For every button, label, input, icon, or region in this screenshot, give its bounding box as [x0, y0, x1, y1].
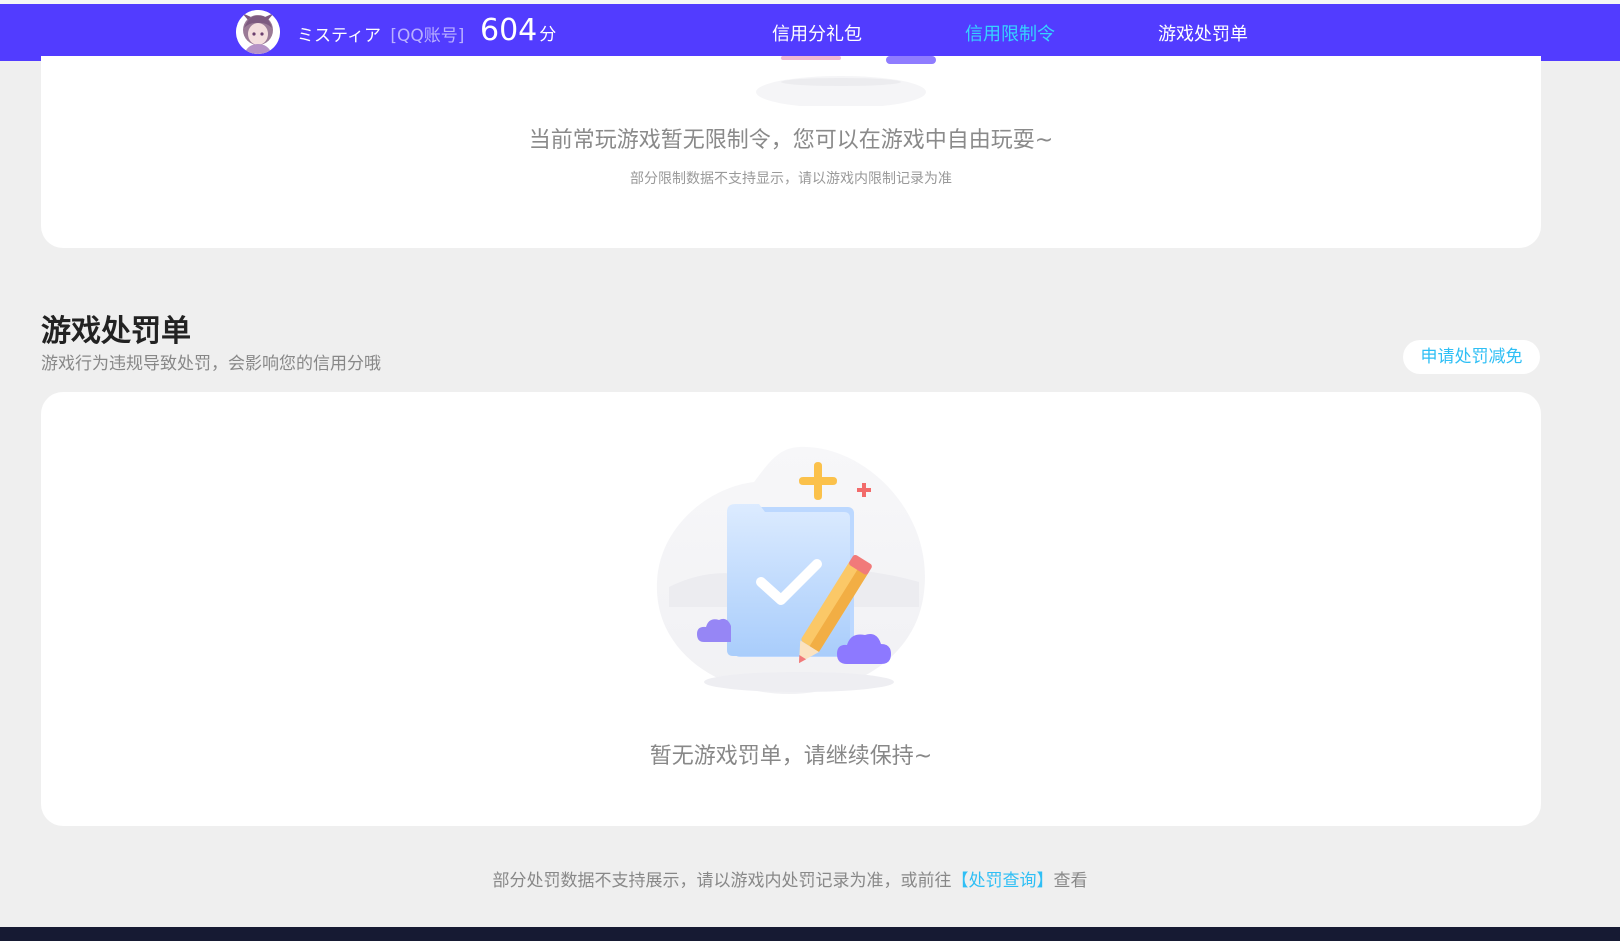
- restriction-card: 当前常玩游戏暂无限制令，您可以在游戏中自由玩耍~ 部分限制数据不支持显示，请以游…: [41, 56, 1541, 248]
- penalty-section-subtitle: 游戏行为违规导致处罚，会影响您的信用分哦: [41, 354, 381, 374]
- restriction-empty-illustration: [756, 56, 936, 106]
- credit-score-value: 604: [480, 13, 538, 48]
- user-avatar[interactable]: [236, 10, 280, 54]
- nav-tab-game-penalty[interactable]: 游戏处罚单: [1158, 20, 1248, 46]
- top-navigation-bar: ミスティア [QQ账号] 604 分 信用分礼包 信用限制令 游戏处罚单: [0, 4, 1620, 64]
- user-name: ミスティア: [297, 26, 381, 46]
- restriction-empty-note: 部分限制数据不支持显示，请以游戏内限制记录为准: [630, 171, 952, 187]
- penalty-card: 暂无游戏罚单，请继续保持~: [41, 392, 1541, 826]
- penalty-query-link[interactable]: 【处罚查询】: [952, 871, 1054, 891]
- user-name-line: ミスティア [QQ账号]: [297, 21, 464, 46]
- apply-penalty-reduction-button[interactable]: 申请处罚减免: [1403, 340, 1540, 374]
- nav-tab-credit-restriction[interactable]: 信用限制令: [965, 20, 1055, 46]
- credit-score: 604 分: [480, 13, 556, 48]
- no-penalty-illustration: [656, 446, 925, 694]
- restriction-empty-title: 当前常玩游戏暂无限制令，您可以在游戏中自由玩耍~: [528, 128, 1054, 153]
- footer-note-suffix: 查看: [1053, 871, 1088, 891]
- nav-tab-credit-gift[interactable]: 信用分礼包: [772, 20, 862, 46]
- penalty-section-title: 游戏处罚单: [41, 314, 191, 349]
- page-footer-bar: [0, 927, 1620, 941]
- avatar-image: [236, 10, 280, 54]
- credit-score-unit: 分: [539, 25, 557, 45]
- no-penalty-message: 暂无游戏罚单，请继续保持~: [649, 744, 933, 769]
- footer-note-prefix: 部分处罚数据不支持展示，请以游戏内处罚记录为准，或前往: [492, 871, 952, 891]
- penalty-footer-note: 部分处罚数据不支持展示，请以游戏内处罚记录为准，或前往【处罚查询】查看: [0, 866, 1580, 891]
- account-type-tag: [QQ账号]: [390, 26, 465, 46]
